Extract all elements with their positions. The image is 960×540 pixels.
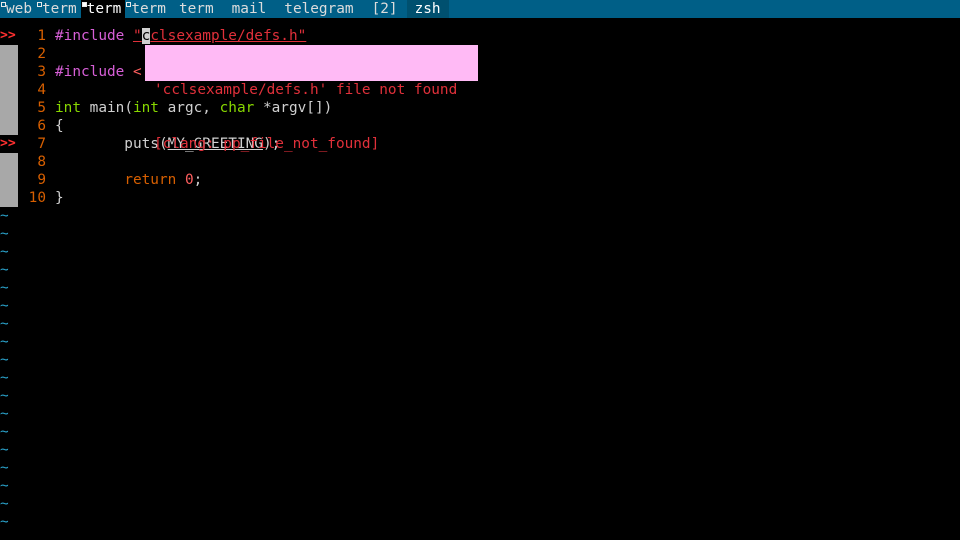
empty-line: ~: [0, 441, 960, 459]
tilde-marker: ~: [0, 298, 9, 314]
sign-column: [0, 81, 18, 99]
semicolon: ;: [193, 172, 203, 188]
line-number: 5: [37, 100, 46, 116]
code-line-3: 3 #include <: [0, 63, 960, 81]
sign-column: [0, 117, 18, 135]
tab-mail[interactable]: mail: [223, 0, 276, 18]
tab-term-1[interactable]: term: [36, 0, 81, 18]
tilde-marker: ~: [0, 316, 9, 332]
code-line-7: >> 7 puts(MY_GREETING);: [0, 135, 960, 153]
tab-web[interactable]: web: [0, 0, 36, 18]
sign-column: [0, 45, 18, 63]
empty-line: ~: [0, 351, 960, 369]
include-quote: ": [132, 28, 142, 44]
code-line-5: 5 int main(int argc, char *argv[]): [0, 99, 960, 117]
sign-column: [0, 153, 18, 171]
code-line-2: 2: [0, 45, 960, 63]
return-keyword: return: [124, 172, 177, 188]
empty-line: ~: [0, 333, 960, 351]
diagnostic-code: [clang: pp_file_not_found]: [154, 136, 380, 152]
line-text: #include <: [55, 63, 142, 81]
code-line-10: 10 }: [0, 189, 960, 207]
line-number: 10: [28, 190, 46, 206]
empty-line: ~: [0, 297, 960, 315]
tilde-marker: ~: [0, 262, 9, 278]
empty-line: ~: [0, 225, 960, 243]
tilde-marker: ~: [0, 244, 9, 260]
tilde-marker: ~: [0, 514, 9, 530]
sign-column: [0, 189, 18, 207]
code-line-4: 4: [0, 81, 960, 99]
empty-line: ~: [0, 369, 960, 387]
tilde-marker: ~: [0, 442, 9, 458]
tab-term-4[interactable]: term: [170, 0, 223, 18]
line-text: {: [55, 118, 64, 134]
type-keyword: int: [55, 100, 81, 116]
include-path-error: clsexample/defs.h": [150, 28, 307, 44]
tab-shell-zsh[interactable]: zsh: [406, 0, 449, 18]
tilde-marker: ~: [0, 370, 9, 386]
code-line-1: >> 1 #include "cclsexample/defs.h": [0, 27, 960, 45]
empty-line: ~: [0, 405, 960, 423]
empty-line: ~: [0, 261, 960, 279]
code-line-6: 6 {: [0, 117, 960, 135]
tilde-marker: ~: [0, 424, 9, 440]
line-number: 9: [37, 172, 46, 188]
line-number: 2: [37, 46, 46, 62]
code-line-8: 8: [0, 153, 960, 171]
preproc-directive: #include: [55, 28, 133, 44]
tilde-marker: ~: [0, 388, 9, 404]
code-line-9: 9 return 0;: [0, 171, 960, 189]
empty-buffer-lines: ~ ~ ~ ~ ~ ~ ~ ~ ~ ~ ~ ~ ~ ~ ~ ~ ~ ~: [0, 207, 960, 531]
number-literal: 0: [184, 172, 194, 188]
empty-line: ~: [0, 513, 960, 531]
code-editor[interactable]: >> 1 #include "cclsexample/defs.h" 2 3 #…: [0, 27, 960, 531]
line-number: 7: [37, 136, 46, 152]
empty-line: ~: [0, 459, 960, 477]
diagnostic-message: 'cclsexample/defs.h' file not found: [154, 82, 458, 98]
line-number: 3: [37, 64, 46, 80]
tilde-marker: ~: [0, 226, 9, 242]
empty-line: ~: [0, 207, 960, 225]
empty-line: ~: [0, 315, 960, 333]
tilde-marker: ~: [0, 280, 9, 296]
line-text: }: [55, 190, 64, 206]
tilde-marker: ~: [0, 406, 9, 422]
tab-term-2-active[interactable]: term: [80, 0, 126, 18]
line-number: 1: [37, 28, 46, 44]
sign-column: [0, 63, 18, 81]
empty-line: ~: [0, 423, 960, 441]
tab-bar: web term term term term mail telegram [2…: [0, 0, 960, 18]
diagnostic-popup: 'cclsexample/defs.h' file not found [cla…: [145, 45, 478, 152]
tilde-marker: ~: [0, 460, 9, 476]
sign-column: [0, 99, 18, 117]
line-number: 4: [37, 82, 46, 98]
line-number: 6: [37, 118, 46, 134]
line-text: #include "cclsexample/defs.h": [55, 27, 306, 45]
preproc-directive: #include: [55, 64, 133, 80]
empty-line: ~: [0, 495, 960, 513]
tab-telegram[interactable]: telegram: [275, 0, 362, 18]
tilde-marker: ~: [0, 334, 9, 350]
sign-column: [0, 171, 18, 189]
tab-window-count[interactable]: [2]: [363, 0, 407, 18]
error-sign-marker: >>: [0, 135, 18, 153]
error-sign-marker: >>: [0, 27, 18, 45]
tab-term-3[interactable]: term: [125, 0, 170, 18]
include-angle: <: [132, 64, 142, 80]
function-name: main(: [81, 100, 133, 116]
tilde-marker: ~: [0, 496, 9, 512]
tilde-marker: ~: [0, 208, 9, 224]
empty-line: ~: [0, 477, 960, 495]
empty-line: ~: [0, 387, 960, 405]
empty-line: ~: [0, 243, 960, 261]
tab-bar-fill: [448, 0, 960, 18]
tilde-marker: ~: [0, 478, 9, 494]
tilde-marker: ~: [0, 352, 9, 368]
empty-line: ~: [0, 279, 960, 297]
line-number: 8: [37, 154, 46, 170]
line-text: return 0;: [55, 171, 202, 189]
